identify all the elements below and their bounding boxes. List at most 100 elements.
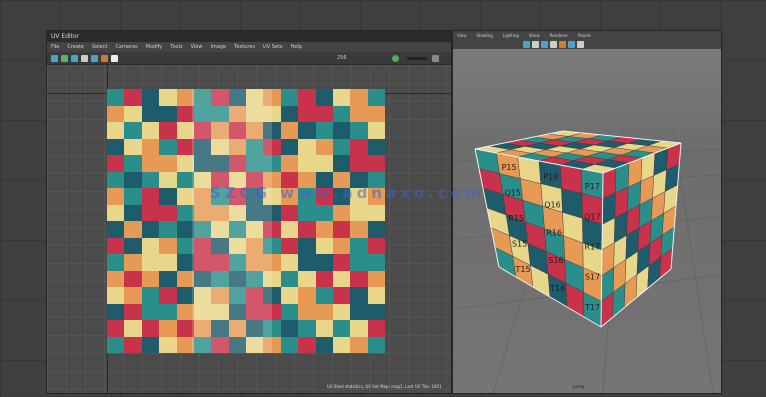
uv-checker-cell [159, 270, 177, 287]
uv-checker-cell [124, 254, 142, 271]
uv-checker-cell [124, 138, 142, 155]
uv-checker-cell [298, 270, 316, 287]
uv-checker-cell [107, 122, 125, 139]
uv-checker-cell [332, 204, 351, 221]
uv-menu-item[interactable]: Help [291, 42, 302, 52]
uv-checker-cell [107, 138, 125, 155]
camera-icon[interactable] [523, 41, 530, 48]
grid-toggle-icon[interactable] [532, 41, 539, 48]
uv-checker-cell [141, 171, 160, 188]
uv-checker-cell [350, 122, 368, 139]
uv-menu-item[interactable]: Cameras [115, 42, 137, 52]
uv-checker-cell [124, 171, 142, 188]
uv-checker-cell [280, 336, 299, 353]
cube-face-label: R15 [508, 214, 524, 223]
viewport-menu-item[interactable]: View [457, 31, 467, 40]
uv-checker-cell [332, 89, 351, 106]
tile-size-field[interactable]: 256 [337, 55, 347, 61]
cube-scene: P15 P16 P17 Q15 Q16 Q17 R15 R16 R17 S15 S16 S17 T15 T… [452, 128, 722, 394]
uv-menu-item[interactable]: UV Sets [263, 42, 283, 52]
distortion-icon[interactable] [101, 54, 108, 62]
uv-checker-cell [107, 336, 125, 353]
uv-checker-cell [141, 336, 160, 353]
uv-checker-cell [159, 171, 177, 188]
viewport-menu-item[interactable]: Show [529, 31, 540, 40]
uv-checker-cell [280, 320, 299, 337]
uv-checker-cell [367, 221, 385, 238]
cube-face-label: Q16 [544, 200, 560, 209]
checker-icon[interactable] [81, 54, 88, 62]
uv-checker-cell [124, 122, 142, 139]
shaded-icon[interactable] [71, 54, 78, 62]
uv-selection-highlight [192, 89, 272, 353]
cube-face-label: P17 [585, 182, 600, 191]
uv-checker-cell [141, 270, 160, 287]
viewport-menu-item[interactable]: Shading [477, 31, 493, 40]
uv-checker-cell [315, 270, 333, 287]
uv-checker-cell [159, 336, 177, 353]
uv-checker-cell [350, 138, 368, 155]
uv-checker-cell [159, 138, 177, 155]
camera-name: persp [573, 384, 585, 389]
uv-checker-cell [367, 237, 385, 254]
uv-checker-cell [367, 89, 385, 106]
uv-checker-cell [350, 254, 368, 271]
textured-icon[interactable] [550, 41, 557, 48]
uv-checker-cell [280, 303, 299, 320]
uv-checker-cell [315, 254, 333, 271]
uv-checker-cell [280, 204, 299, 221]
shadow-icon[interactable] [568, 41, 575, 48]
uv-checker-cell [298, 138, 316, 155]
uv-checker-cell [124, 237, 142, 254]
uv-checker-cell [107, 237, 125, 254]
uv-checker-cell [124, 204, 142, 221]
uv-checker-cell [332, 287, 351, 304]
uv-checker-cell [280, 105, 299, 122]
uv-checker-cell [298, 221, 316, 238]
grid-icon[interactable] [61, 54, 68, 62]
gamma-icon[interactable] [432, 54, 439, 62]
viewport-menu-item[interactable]: Renderer [550, 31, 568, 40]
uv-checker-cell [350, 320, 368, 337]
uv-checker-cell [141, 105, 160, 122]
uv-checker-cell [332, 105, 351, 122]
uv-checker-cell [350, 221, 368, 238]
uv-checker-cell [159, 122, 177, 139]
uv-checker-cell [124, 287, 142, 304]
lighting-icon[interactable] [559, 41, 566, 48]
exposure-slider[interactable] [407, 56, 427, 60]
uv-menu-item[interactable]: Create [67, 42, 84, 52]
uv-menu-item[interactable]: Modify [146, 42, 163, 52]
uv-menu-item[interactable]: Select [92, 42, 107, 52]
uv-menu-item[interactable]: Textures [234, 42, 255, 52]
viewport-menu-item[interactable]: Panels [578, 31, 591, 40]
uv-checker-cell [159, 221, 177, 238]
image-icon[interactable] [111, 54, 118, 62]
uv-checker-cell [315, 155, 333, 172]
uv-checker-cell [367, 105, 385, 122]
viewport-icons [453, 40, 721, 49]
uv-checker-cell [141, 204, 160, 221]
perspective-viewport-window: View Shading Lighting Show Renderer Panels [452, 30, 722, 394]
uv-checker-cell [107, 89, 125, 106]
snapshot-icon[interactable] [51, 54, 58, 62]
uv-checker-cell [298, 320, 316, 337]
uv-menu-item[interactable]: Tools [170, 42, 182, 52]
viewport-menu-item[interactable]: Lighting [503, 31, 519, 40]
uv-checker-cell [124, 336, 142, 353]
filter-icon[interactable] [91, 54, 98, 62]
uv-checker-cell [298, 105, 316, 122]
wireframe-icon[interactable] [541, 41, 548, 48]
uv-checker-cell [332, 155, 351, 172]
cube-face-label: P16 [543, 173, 558, 182]
isolate-icon[interactable] [577, 41, 584, 48]
uv-checker-cell [332, 138, 351, 155]
uv-checker-cell [350, 89, 368, 106]
perspective-view[interactable]: P15 P16 P17 Q15 Q16 Q17 R15 R16 R17 S15 S16 S17 T15 T… [452, 49, 722, 394]
exposure-icon[interactable] [392, 54, 399, 62]
cube-face-label: T17 [584, 303, 600, 312]
uv-menu-item[interactable]: Image [210, 42, 226, 52]
uv-menu-item[interactable]: View [191, 42, 203, 52]
uv-checker-cell [367, 303, 385, 320]
uv-menu-item[interactable]: File [51, 42, 59, 52]
